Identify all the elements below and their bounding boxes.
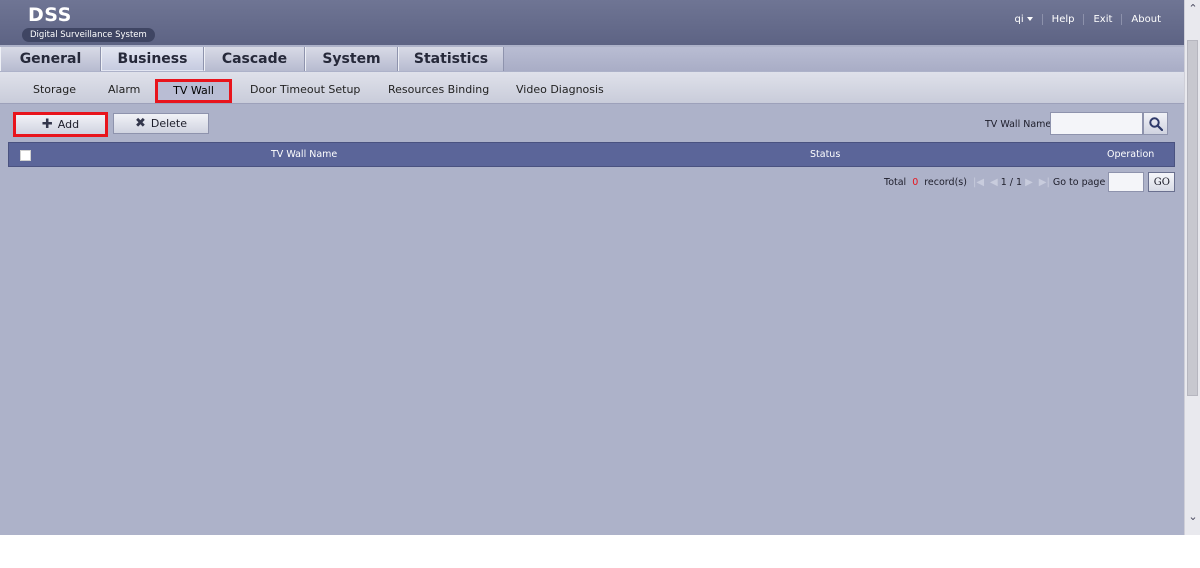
search-icon xyxy=(1149,117,1163,131)
column-operation: Operation xyxy=(1107,149,1155,160)
plus-icon: ✚ xyxy=(41,117,53,132)
logo-subtitle: Digital Surveillance System xyxy=(22,28,155,42)
exit-link[interactable]: Exit xyxy=(1083,14,1121,25)
chevron-down-icon xyxy=(1026,17,1033,21)
user-name: qi xyxy=(1014,14,1024,25)
x-icon: ✖ xyxy=(134,116,146,131)
delete-button-label: Delete xyxy=(150,117,188,130)
tab-statistics[interactable]: Statistics xyxy=(398,47,504,71)
tab-business[interactable]: Business xyxy=(101,47,204,71)
subtab-video-diagnosis[interactable]: Video Diagnosis xyxy=(516,83,604,96)
records-label: record(s) xyxy=(924,176,967,188)
delete-button[interactable]: ✖ Delete xyxy=(113,113,209,134)
page-display: 1 / 1 xyxy=(1000,176,1023,188)
scroll-up-icon[interactable]: ⌃ xyxy=(1185,2,1200,16)
vertical-scrollbar[interactable]: ⌃ ⌄ xyxy=(1184,0,1200,535)
tab-cascade[interactable]: Cascade xyxy=(204,47,305,71)
about-link[interactable]: About xyxy=(1121,14,1170,25)
app-window: DSS Digital Surveillance System qi Help … xyxy=(0,0,1184,535)
next-page-icon[interactable]: ▶ xyxy=(1025,177,1033,188)
subtab-alarm[interactable]: Alarm xyxy=(108,83,140,96)
select-all-checkbox[interactable] xyxy=(20,150,31,161)
total-count: 0 xyxy=(912,176,919,188)
add-button[interactable]: ✚ Add xyxy=(13,112,108,137)
subtab-resources-binding[interactable]: Resources Binding xyxy=(388,83,489,96)
scroll-down-icon[interactable]: ⌄ xyxy=(1185,510,1200,524)
logo-title: DSS xyxy=(28,4,72,26)
goto-page-label: Go to page xyxy=(1052,176,1106,188)
total-label: Total xyxy=(884,176,907,188)
column-status: Status xyxy=(810,149,841,160)
subtab-tv-wall[interactable]: TV Wall xyxy=(155,79,232,103)
prev-page-icon[interactable]: ◀ xyxy=(990,177,998,188)
top-links: qi Help Exit About xyxy=(1006,14,1170,25)
search-label: TV Wall Name: xyxy=(985,119,1055,130)
subtab-door-timeout-setup[interactable]: Door Timeout Setup xyxy=(250,83,360,96)
help-link[interactable]: Help xyxy=(1041,14,1084,25)
tab-system[interactable]: System xyxy=(305,47,398,71)
first-page-icon[interactable]: |◀ xyxy=(973,177,984,188)
search-button[interactable] xyxy=(1143,112,1168,135)
tv-wall-name-search-input[interactable] xyxy=(1050,112,1143,135)
go-button[interactable]: GO xyxy=(1148,172,1176,192)
subtab-storage[interactable]: Storage xyxy=(33,83,76,96)
last-page-icon[interactable]: ▶| xyxy=(1039,177,1050,188)
goto-page-input[interactable] xyxy=(1108,172,1145,192)
pager: Total 0 record(s) |◀ ◀ 1 / 1 ▶ ▶| Go to … xyxy=(884,172,1176,192)
main-tab-bar: General Business Cascade System Statisti… xyxy=(0,47,1184,71)
scroll-thumb[interactable] xyxy=(1187,40,1198,396)
user-menu[interactable]: qi xyxy=(1006,14,1042,25)
header: DSS Digital Surveillance System qi Help … xyxy=(0,0,1184,45)
tab-general[interactable]: General xyxy=(0,47,101,71)
column-tv-wall-name: TV Wall Name xyxy=(271,149,338,160)
table-header: TV Wall Name Status Operation xyxy=(8,142,1175,167)
add-button-label: Add xyxy=(57,118,80,131)
